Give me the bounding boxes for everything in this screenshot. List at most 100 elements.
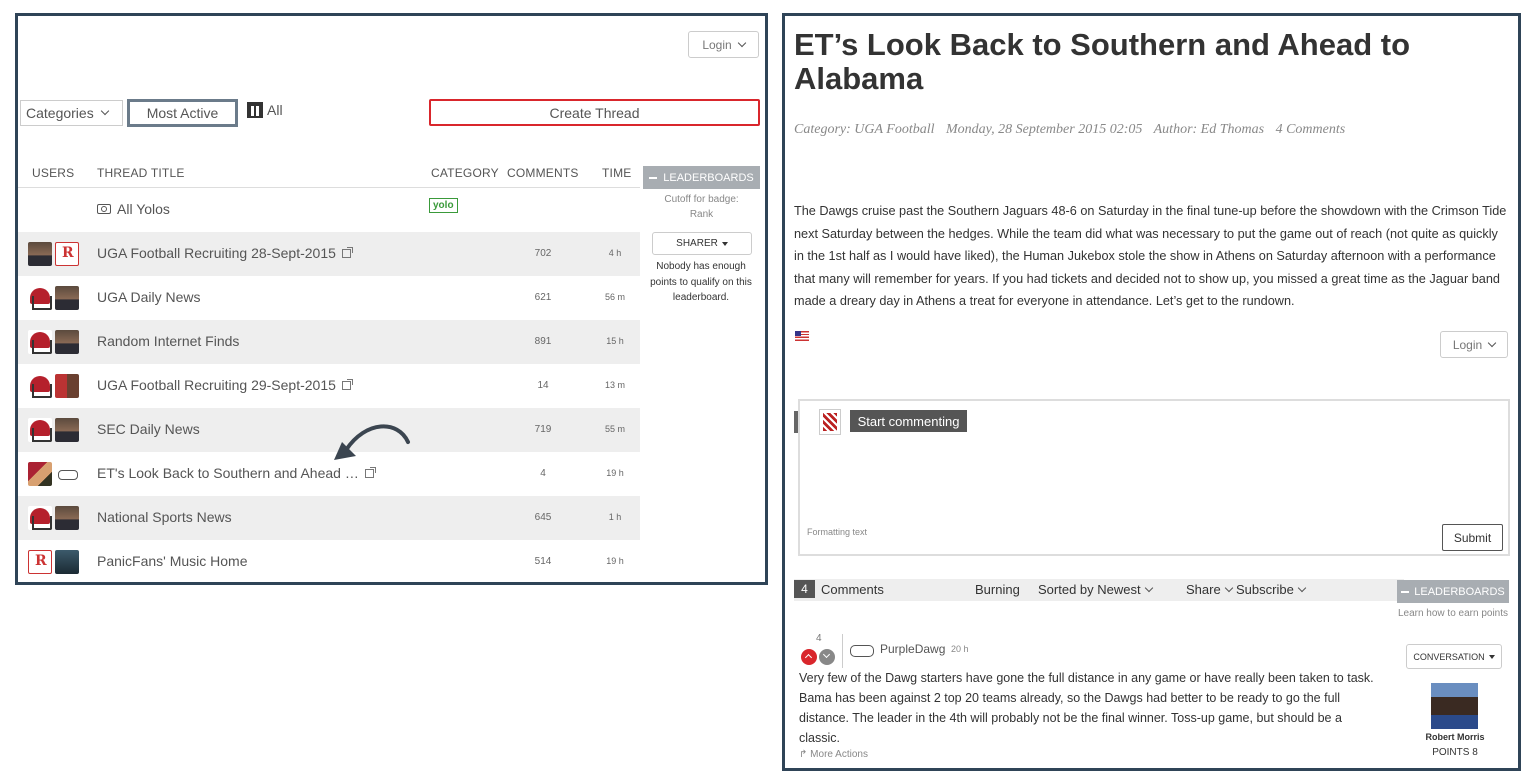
avatar[interactable] <box>55 550 79 574</box>
avatar[interactable] <box>28 506 52 530</box>
forum-panel: Login Categories Most Active All Create … <box>15 13 768 585</box>
column-header-comments[interactable]: COMMENTS <box>507 166 579 180</box>
thread-title: ET's Look Back to Southern and Ahead … <box>97 465 359 481</box>
thread-title-link[interactable]: UGA Football Recruiting 28-Sept-2015 <box>97 245 353 261</box>
burning-tab[interactable]: Burning <box>975 582 1020 597</box>
login-button[interactable]: Login <box>1440 331 1508 358</box>
avatar[interactable] <box>28 242 52 266</box>
comments-count-badge: 4 <box>794 580 815 598</box>
login-button[interactable]: Login <box>688 31 759 58</box>
avatar[interactable] <box>55 462 79 486</box>
thread-title-link[interactable]: National Sports News <box>97 509 232 525</box>
avatar[interactable] <box>28 286 52 310</box>
sharer-dropdown[interactable]: SHARER <box>652 232 752 255</box>
avatar[interactable] <box>55 506 79 530</box>
comment-count: 891 <box>534 336 552 347</box>
login-label: Login <box>702 37 732 52</box>
learn-points-link[interactable]: Learn how to earn points <box>1397 606 1509 621</box>
external-link-icon[interactable] <box>341 378 353 390</box>
us-flag-icon[interactable] <box>795 331 809 341</box>
avatar[interactable] <box>849 639 875 661</box>
article-category[interactable]: Category: UGA Football <box>794 122 935 137</box>
article-meta: Category: UGA Football Monday, 28 Septem… <box>794 122 1353 138</box>
leaderboards-toggle[interactable]: LEADERBOARDS <box>643 166 760 189</box>
column-header-thread-title[interactable]: THREAD TITLE <box>97 166 185 180</box>
leader-name[interactable]: Robert Morris <box>1403 732 1507 742</box>
thread-title-link[interactable]: All Yolos <box>97 201 170 217</box>
camera-icon <box>97 204 111 214</box>
formatting-text-link[interactable]: Formatting text <box>807 527 867 537</box>
external-link-icon[interactable] <box>341 246 353 258</box>
thread-row[interactable]: National Sports News 645 1 h <box>18 496 640 540</box>
downvote-button[interactable] <box>819 649 835 665</box>
thread-time: 4 h <box>608 248 622 258</box>
column-header-category[interactable]: CATEGORY <box>431 166 499 180</box>
divider <box>842 634 843 668</box>
caret-down-icon <box>1488 654 1495 659</box>
thread-row[interactable]: PanicFans' Music Home 514 19 h <box>18 540 640 582</box>
conversation-dropdown[interactable]: CONVERSATION <box>1406 644 1502 669</box>
avatar[interactable] <box>28 550 52 574</box>
chevron-down-icon <box>1487 338 1497 347</box>
thread-row[interactable]: All Yolos yolo <box>18 188 640 232</box>
most-active-button[interactable]: Most Active <box>127 99 238 127</box>
column-header-time[interactable]: TIME <box>602 166 631 180</box>
subscribe-dropdown[interactable]: Subscribe <box>1236 582 1307 597</box>
vote-count: 4 <box>816 633 822 644</box>
share-dropdown[interactable]: Share <box>1186 582 1233 597</box>
avatar <box>819 409 841 435</box>
avatar[interactable] <box>55 418 79 442</box>
thread-title-link[interactable]: PanicFans' Music Home <box>97 553 248 569</box>
avatar[interactable] <box>1431 683 1478 729</box>
sort-label: Sorted by Newest <box>1038 582 1141 597</box>
thread-title: PanicFans' Music Home <box>97 553 248 569</box>
upvote-button[interactable] <box>801 649 817 665</box>
thread-row[interactable]: Random Internet Finds 891 15 h <box>18 320 640 364</box>
share-label: Share <box>1186 582 1221 597</box>
chevron-down-icon <box>822 650 831 659</box>
thread-title: UGA Football Recruiting 28-Sept-2015 <box>97 245 336 261</box>
avatar[interactable] <box>28 374 52 398</box>
sharer-label: SHARER <box>676 238 718 249</box>
article-title: ET’s Look Back to Southern and Ahead to … <box>794 27 1411 96</box>
avatar[interactable] <box>55 330 79 354</box>
avatar[interactable] <box>55 286 79 310</box>
thread-time: 13 m <box>604 380 625 390</box>
thread-row[interactable]: UGA Daily News 621 56 m <box>18 276 640 320</box>
curved-arrow-icon <box>334 424 410 460</box>
article-author[interactable]: Author: Ed Thomas <box>1154 122 1264 137</box>
comment-author[interactable]: PurpleDawg <box>880 642 945 656</box>
comment-count: 645 <box>534 512 552 523</box>
thread-title-link[interactable]: UGA Football Recruiting 29-Sept-2015 <box>97 377 353 393</box>
category-badge[interactable]: yolo <box>429 198 458 213</box>
thread-title-link[interactable]: Random Internet Finds <box>97 333 239 349</box>
avatar[interactable] <box>28 418 52 442</box>
thread-row[interactable]: UGA Football Recruiting 28-Sept-2015 702… <box>18 232 640 276</box>
create-thread-button[interactable]: Create Thread <box>429 99 760 126</box>
time-filter-all[interactable]: All <box>247 102 283 118</box>
submit-button[interactable]: Submit <box>1442 524 1503 551</box>
minus-icon <box>1401 590 1410 593</box>
start-commenting-prompt[interactable]: Start commenting <box>850 410 967 432</box>
avatar[interactable] <box>28 462 52 486</box>
avatar[interactable] <box>55 374 79 398</box>
article-comment-count[interactable]: 4 Comments <box>1276 122 1346 137</box>
thread-title: UGA Football Recruiting 29-Sept-2015 <box>97 377 336 393</box>
thread-title: UGA Daily News <box>97 289 201 305</box>
thread-row[interactable]: UGA Football Recruiting 29-Sept-2015 14 … <box>18 364 640 408</box>
sort-dropdown[interactable]: Sorted by Newest <box>1038 582 1153 597</box>
badge-cutoff-text: Cutoff for badge: Rank <box>643 192 760 222</box>
leaderboard-empty-text: Nobody has enough points to qualify on t… <box>650 261 752 303</box>
avatar[interactable] <box>28 330 52 354</box>
burning-label: Burning <box>975 582 1020 597</box>
thread-title-link[interactable]: UGA Daily News <box>97 289 200 305</box>
more-actions-link[interactable]: ↱ More Actions <box>799 749 868 760</box>
avatar[interactable] <box>55 242 79 266</box>
categories-dropdown[interactable]: Categories <box>20 100 123 126</box>
leaderboards-toggle[interactable]: LEADERBOARDS <box>1397 580 1509 603</box>
comment-count: 14 <box>537 380 549 391</box>
chevron-down-icon <box>737 38 746 47</box>
comment-count: 719 <box>534 424 552 435</box>
thread-title-link[interactable]: SEC Daily News <box>97 421 200 437</box>
column-header-users: USERS <box>32 166 75 180</box>
